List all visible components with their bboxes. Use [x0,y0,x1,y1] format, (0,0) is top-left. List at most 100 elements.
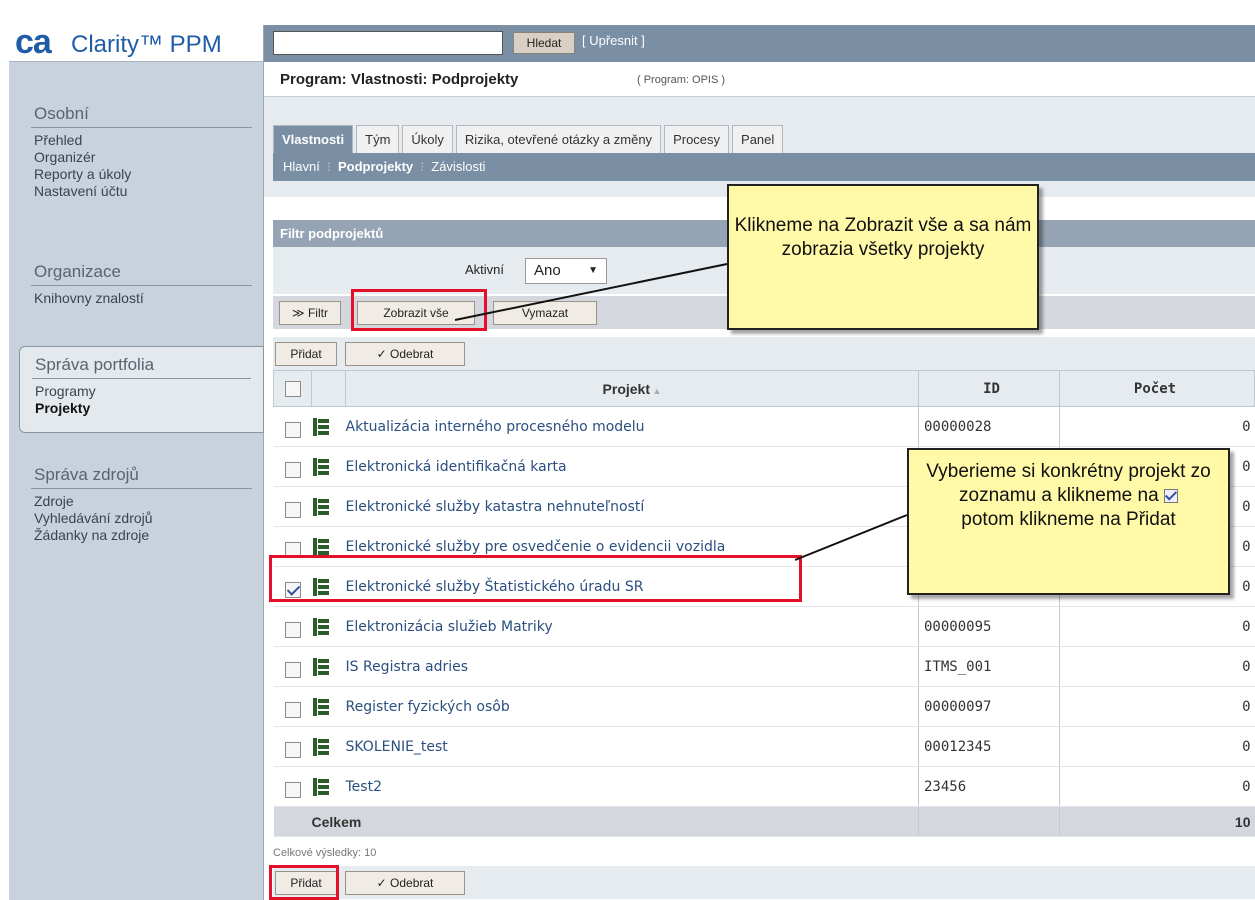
page-subtitle: ( Program: OPIS ) [637,74,726,86]
sidebar-item-reports[interactable]: Reporty a úkoly [9,166,264,183]
project-link[interactable]: IS Registra adries [346,659,469,675]
row-checkbox[interactable] [284,421,301,438]
row-count: 0 [1059,766,1255,807]
remove-button-bottom[interactable]: ✓ Odebrat [345,871,465,895]
row-id: 00000097 [918,686,1060,727]
project-link[interactable]: Elektronická identifikačná karta [346,459,567,475]
column-header-count[interactable]: Počet [1059,370,1255,407]
project-link[interactable]: Elektronické služby pre osvedčenie o evi… [346,539,726,555]
remove-button[interactable]: ✓ Odebrat [345,342,465,366]
row-select[interactable] [273,646,312,687]
row-select[interactable] [273,486,312,527]
check-icon: ✓ [376,876,391,890]
ca-logo-mark: ca [15,23,52,61]
tab-team[interactable]: Tým [356,125,400,153]
total-value: 10 [1059,806,1255,837]
row-id: 23456 [918,766,1060,807]
row-checkbox[interactable] [284,741,301,758]
row-project-cell: Test2 [345,766,919,807]
total-label: Celkem [311,806,919,837]
sidebar-item-projects[interactable]: Projekty [20,400,263,417]
tab-dashboard[interactable]: Panel [732,125,784,153]
page: ca Clarity™ PPM Osobní Přehled Organizér… [0,0,1255,900]
total-spacer [273,806,312,837]
logo[interactable]: ca Clarity™ PPM [9,23,263,62]
sidebar-item-knowledge-libraries[interactable]: Knihovny znalostí [9,290,264,307]
nav-group-resources: Správa zdrojů Zdroje Vyhledávání zdrojů … [9,465,264,544]
row-select[interactable] [273,766,312,807]
table-row[interactable]: Register fyzických osôb 00000097 0 [273,686,1255,727]
refine-link[interactable]: [ Upřesnit ] [582,33,645,48]
table-row[interactable]: Aktualizácia interného procesného modelu… [273,406,1255,447]
nav-heading: Organizace [31,262,252,286]
project-link[interactable]: Elektronické služby katastra nehnuteľnos… [346,499,645,515]
sidebar-item-resource-requests[interactable]: Žádanky na zdroje [9,527,264,544]
projects-table: Projekt ▲ ID Počet Aktualizácia internéh… [273,370,1255,837]
row-count: 0 [1059,406,1255,447]
results-count: Celkové výsledky: 10 [273,847,377,859]
sidebar-item-resource-search[interactable]: Vyhledávání zdrojů [9,510,264,527]
row-checkbox[interactable] [284,621,301,638]
row-select[interactable] [273,406,312,447]
row-project-cell: Elektronická identifikačná karta [345,446,919,487]
filter-active-label: Aktivní [465,262,505,277]
add-button[interactable]: Přidat [275,342,337,366]
project-link[interactable]: Aktualizácia interného procesného modelu [346,419,645,435]
tab-risks[interactable]: Rizika, otevřené otázky a změny [455,125,662,153]
table-row[interactable]: SKOLENIE_test 00012345 0 [273,726,1255,767]
subnav-item-subprojects[interactable]: Podprojekty [338,159,413,174]
table-row[interactable]: Test2 23456 0 [273,766,1255,807]
row-select[interactable] [273,686,312,727]
sidebar-item-organizer[interactable]: Organizér [9,149,264,166]
project-link[interactable]: SKOLENIE_test [346,739,448,755]
search-button[interactable]: Hledat [513,32,575,54]
row-id: ITMS_001 [918,646,1060,687]
filter-button[interactable]: ≫ Filtr [279,301,341,325]
row-checkbox[interactable] [284,501,301,518]
project-tree-icon [312,657,329,676]
bottom-action-bar: Přidat ✓ Odebrat [273,866,1255,899]
project-link[interactable]: Elektronizácia služieb Matriky [346,619,553,635]
row-icon-cell [311,486,346,527]
row-checkbox[interactable] [284,661,301,678]
subnav-item-main[interactable]: Hlavní [283,159,320,174]
column-header-project[interactable]: Projekt ▲ [345,370,919,407]
search-input[interactable] [273,31,503,55]
clear-button[interactable]: Vymazat [493,301,597,325]
project-tree-icon [312,617,329,636]
tab-processes[interactable]: Procesy [664,125,730,153]
row-select[interactable] [273,446,312,487]
project-tree-icon [312,737,329,756]
nav-heading: Osobní [31,104,252,128]
row-checkbox[interactable] [284,461,301,478]
sidebar-item-resources[interactable]: Zdroje [9,493,264,510]
row-icon-cell [311,766,346,807]
table-row[interactable]: Elektronizácia služieb Matriky 00000095 0 [273,606,1255,647]
row-project-cell: Aktualizácia interného procesného modelu [345,406,919,447]
project-link[interactable]: Test2 [346,779,382,795]
column-header-id[interactable]: ID [918,370,1060,407]
row-select[interactable] [273,726,312,767]
tab-properties[interactable]: Vlastnosti [273,125,354,153]
select-all-icon[interactable] [284,381,301,398]
tab-tasks[interactable]: Úkoly [402,125,453,153]
filter-active-select[interactable]: Ano ▼ [525,258,607,284]
row-project-cell: IS Registra adries [345,646,919,687]
project-link[interactable]: Register fyzických osôb [346,699,510,715]
callout-select-project: Vyberieme si konkrétny projekt zo zoznam… [907,448,1230,595]
callout-add-text: potom klikneme na Přidat [961,509,1176,530]
subnav-item-dependencies[interactable]: Závislosti [431,159,485,174]
top-bar: Hledat [ Upřesnit ] [264,25,1255,62]
sidebar-item-account-settings[interactable]: Nastavení účtu [9,183,264,200]
row-count: 0 [1059,726,1255,767]
sidebar-item-overview[interactable]: Přehled [9,132,264,149]
row-project-cell: Elektronické služby katastra nehnuteľnos… [345,486,919,527]
select-all-header[interactable] [273,370,312,407]
sidebar-item-programs[interactable]: Programy [20,383,263,400]
tabs: Vlastnosti Tým Úkoly Rizika, otevřené ot… [273,125,786,153]
row-checkbox[interactable] [284,701,301,718]
row-select[interactable] [273,606,312,647]
row-checkbox[interactable] [284,781,301,798]
table-row[interactable]: IS Registra adries ITMS_001 0 [273,646,1255,687]
tab-area: Vlastnosti Tým Úkoly Rizika, otevřené ot… [264,97,1255,197]
